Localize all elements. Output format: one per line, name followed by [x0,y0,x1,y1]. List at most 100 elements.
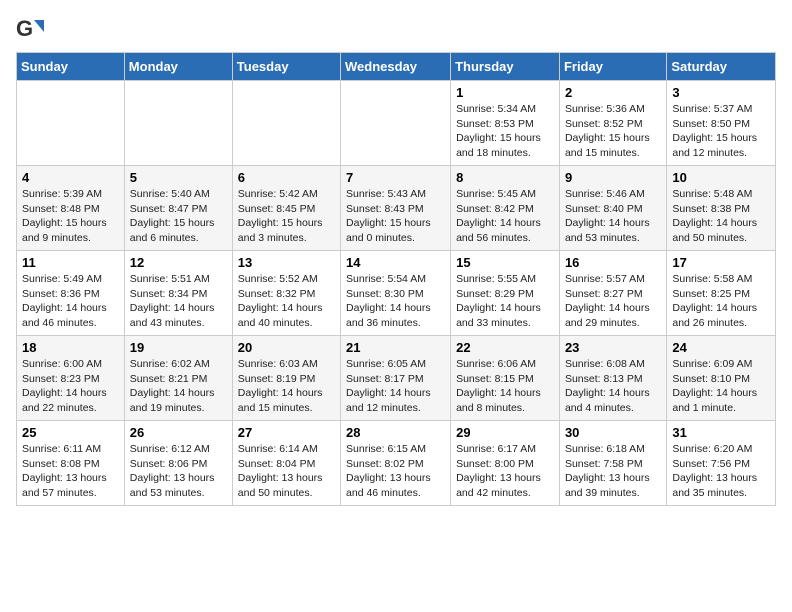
day-info: Sunrise: 5:58 AM Sunset: 8:25 PM Dayligh… [672,272,770,331]
day-info: Sunrise: 6:05 AM Sunset: 8:17 PM Dayligh… [346,357,445,416]
day-info: Sunrise: 6:18 AM Sunset: 7:58 PM Dayligh… [565,442,661,501]
day-number: 19 [130,340,227,355]
day-number: 23 [565,340,661,355]
day-cell-27: 27Sunrise: 6:14 AM Sunset: 8:04 PM Dayli… [232,421,340,506]
day-number: 14 [346,255,445,270]
day-number: 9 [565,170,661,185]
day-number: 5 [130,170,227,185]
day-cell-6: 6 Sunrise: 5:42 AM Sunset: 8:45 PM Daylig… [232,166,340,251]
svg-text:G: G [16,16,33,41]
day-info: Sunrise: 5:54 AM Sunset: 8:30 PM Dayligh… [346,272,445,331]
day-info: Sunrise: 5:51 AM Sunset: 8:34 PM Dayligh… [130,272,227,331]
day-number: 30 [565,425,661,440]
week-row-3: 11Sunrise: 5:49 AM Sunset: 8:36 PM Dayli… [17,251,776,336]
day-header-sunday: Sunday [17,53,125,81]
day-cell-1: 1Sunrise: 5:34 AM Sunset: 8:53 PM Daylig… [451,81,560,166]
logo-icon: G [16,16,44,44]
logo: G [16,16,46,44]
week-row-5: 25 Sunrise: 6:11 AM Sunset: 8:08 PM Dayli… [17,421,776,506]
day-number: 26 [130,425,227,440]
day-number: 20 [238,340,335,355]
day-number: 2 [565,85,661,100]
day-header-thursday: Thursday [451,53,560,81]
day-cell-empty [17,81,125,166]
day-cell-21: 21 Sunrise: 6:05 AM Sunset: 8:17 PM Dayli… [341,336,451,421]
week-row-2: 4 Sunrise: 5:39 AM Sunset: 8:48 PM Daylig… [17,166,776,251]
day-cell-4: 4 Sunrise: 5:39 AM Sunset: 8:48 PM Daylig… [17,166,125,251]
day-info: Sunrise: 6:08 AM Sunset: 8:13 PM Dayligh… [565,357,661,416]
day-number: 25 [22,425,119,440]
day-cell-5: 5 Sunrise: 5:40 AM Sunset: 8:47 PM Daylig… [124,166,232,251]
day-cell-3: 3Sunrise: 5:37 AM Sunset: 8:50 PM Daylig… [667,81,776,166]
day-header-saturday: Saturday [667,53,776,81]
day-info: Sunrise: 5:40 AM Sunset: 8:47 PM Dayligh… [130,187,227,246]
day-info: Sunrise: 5:46 AM Sunset: 8:40 PM Dayligh… [565,187,661,246]
day-number: 16 [565,255,661,270]
day-info: Sunrise: 6:20 AM Sunset: 7:56 PM Dayligh… [672,442,770,501]
day-cell-9: 9 Sunrise: 5:46 AM Sunset: 8:40 PM Daylig… [559,166,666,251]
day-number: 31 [672,425,770,440]
day-cell-23: 23 Sunrise: 6:08 AM Sunset: 8:13 PM Dayli… [559,336,666,421]
day-number: 21 [346,340,445,355]
header: G [16,16,776,44]
day-cell-12: 12 Sunrise: 5:51 AM Sunset: 8:34 PM Dayli… [124,251,232,336]
day-info: Sunrise: 5:36 AM Sunset: 8:52 PM Dayligh… [565,102,661,161]
day-cell-17: 17 Sunrise: 5:58 AM Sunset: 8:25 PM Dayli… [667,251,776,336]
day-number: 18 [22,340,119,355]
day-info: Sunrise: 5:48 AM Sunset: 8:38 PM Dayligh… [672,187,770,246]
day-info: Sunrise: 6:00 AM Sunset: 8:23 PM Dayligh… [22,357,119,416]
day-number: 15 [456,255,554,270]
day-number: 12 [130,255,227,270]
day-cell-24: 24Sunrise: 6:09 AM Sunset: 8:10 PM Dayli… [667,336,776,421]
day-cell-8: 8 Sunrise: 5:45 AM Sunset: 8:42 PM Daylig… [451,166,560,251]
day-number: 24 [672,340,770,355]
day-cell-10: 10 Sunrise: 5:48 AM Sunset: 8:38 PM Dayli… [667,166,776,251]
day-cell-30: 30 Sunrise: 6:18 AM Sunset: 7:58 PM Dayli… [559,421,666,506]
day-number: 22 [456,340,554,355]
day-number: 11 [22,255,119,270]
calendar-table: SundayMondayTuesdayWednesdayThursdayFrid… [16,52,776,506]
week-row-1: 1Sunrise: 5:34 AM Sunset: 8:53 PM Daylig… [17,81,776,166]
day-number: 13 [238,255,335,270]
day-info: Sunrise: 6:17 AM Sunset: 8:00 PM Dayligh… [456,442,554,501]
day-info: Sunrise: 6:11 AM Sunset: 8:08 PM Dayligh… [22,442,119,501]
day-header-monday: Monday [124,53,232,81]
day-number: 10 [672,170,770,185]
day-info: Sunrise: 5:55 AM Sunset: 8:29 PM Dayligh… [456,272,554,331]
day-info: Sunrise: 6:06 AM Sunset: 8:15 PM Dayligh… [456,357,554,416]
day-info: Sunrise: 5:43 AM Sunset: 8:43 PM Dayligh… [346,187,445,246]
day-info: Sunrise: 5:52 AM Sunset: 8:32 PM Dayligh… [238,272,335,331]
day-cell-13: 13 Sunrise: 5:52 AM Sunset: 8:32 PM Dayli… [232,251,340,336]
day-header-wednesday: Wednesday [341,53,451,81]
day-cell-16: 16Sunrise: 5:57 AM Sunset: 8:27 PM Dayli… [559,251,666,336]
day-number: 8 [456,170,554,185]
day-info: Sunrise: 6:12 AM Sunset: 8:06 PM Dayligh… [130,442,227,501]
day-info: Sunrise: 5:42 AM Sunset: 8:45 PM Dayligh… [238,187,335,246]
day-cell-11: 11Sunrise: 5:49 AM Sunset: 8:36 PM Dayli… [17,251,125,336]
day-cell-18: 18 Sunrise: 6:00 AM Sunset: 8:23 PM Dayli… [17,336,125,421]
day-number: 4 [22,170,119,185]
day-number: 17 [672,255,770,270]
day-cell-26: 26 Sunrise: 6:12 AM Sunset: 8:06 PM Dayli… [124,421,232,506]
day-cell-empty [341,81,451,166]
day-number: 7 [346,170,445,185]
day-cell-20: 20 Sunrise: 6:03 AM Sunset: 8:19 PM Dayli… [232,336,340,421]
day-cell-7: 7 Sunrise: 5:43 AM Sunset: 8:43 PM Daylig… [341,166,451,251]
day-cell-28: 28 Sunrise: 6:15 AM Sunset: 8:02 PM Dayli… [341,421,451,506]
day-header-tuesday: Tuesday [232,53,340,81]
day-info: Sunrise: 6:15 AM Sunset: 8:02 PM Dayligh… [346,442,445,501]
day-cell-empty [232,81,340,166]
day-info: Sunrise: 6:02 AM Sunset: 8:21 PM Dayligh… [130,357,227,416]
day-number: 28 [346,425,445,440]
day-info: Sunrise: 5:39 AM Sunset: 8:48 PM Dayligh… [22,187,119,246]
day-info: Sunrise: 6:03 AM Sunset: 8:19 PM Dayligh… [238,357,335,416]
day-cell-29: 29Sunrise: 6:17 AM Sunset: 8:00 PM Dayli… [451,421,560,506]
day-number: 6 [238,170,335,185]
day-header-friday: Friday [559,53,666,81]
day-cell-2: 2 Sunrise: 5:36 AM Sunset: 8:52 PM Daylig… [559,81,666,166]
day-cell-19: 19 Sunrise: 6:02 AM Sunset: 8:21 PM Dayli… [124,336,232,421]
day-info: Sunrise: 5:34 AM Sunset: 8:53 PM Dayligh… [456,102,554,161]
week-row-4: 18 Sunrise: 6:00 AM Sunset: 8:23 PM Dayli… [17,336,776,421]
day-cell-14: 14 Sunrise: 5:54 AM Sunset: 8:30 PM Dayli… [341,251,451,336]
day-info: Sunrise: 5:45 AM Sunset: 8:42 PM Dayligh… [456,187,554,246]
